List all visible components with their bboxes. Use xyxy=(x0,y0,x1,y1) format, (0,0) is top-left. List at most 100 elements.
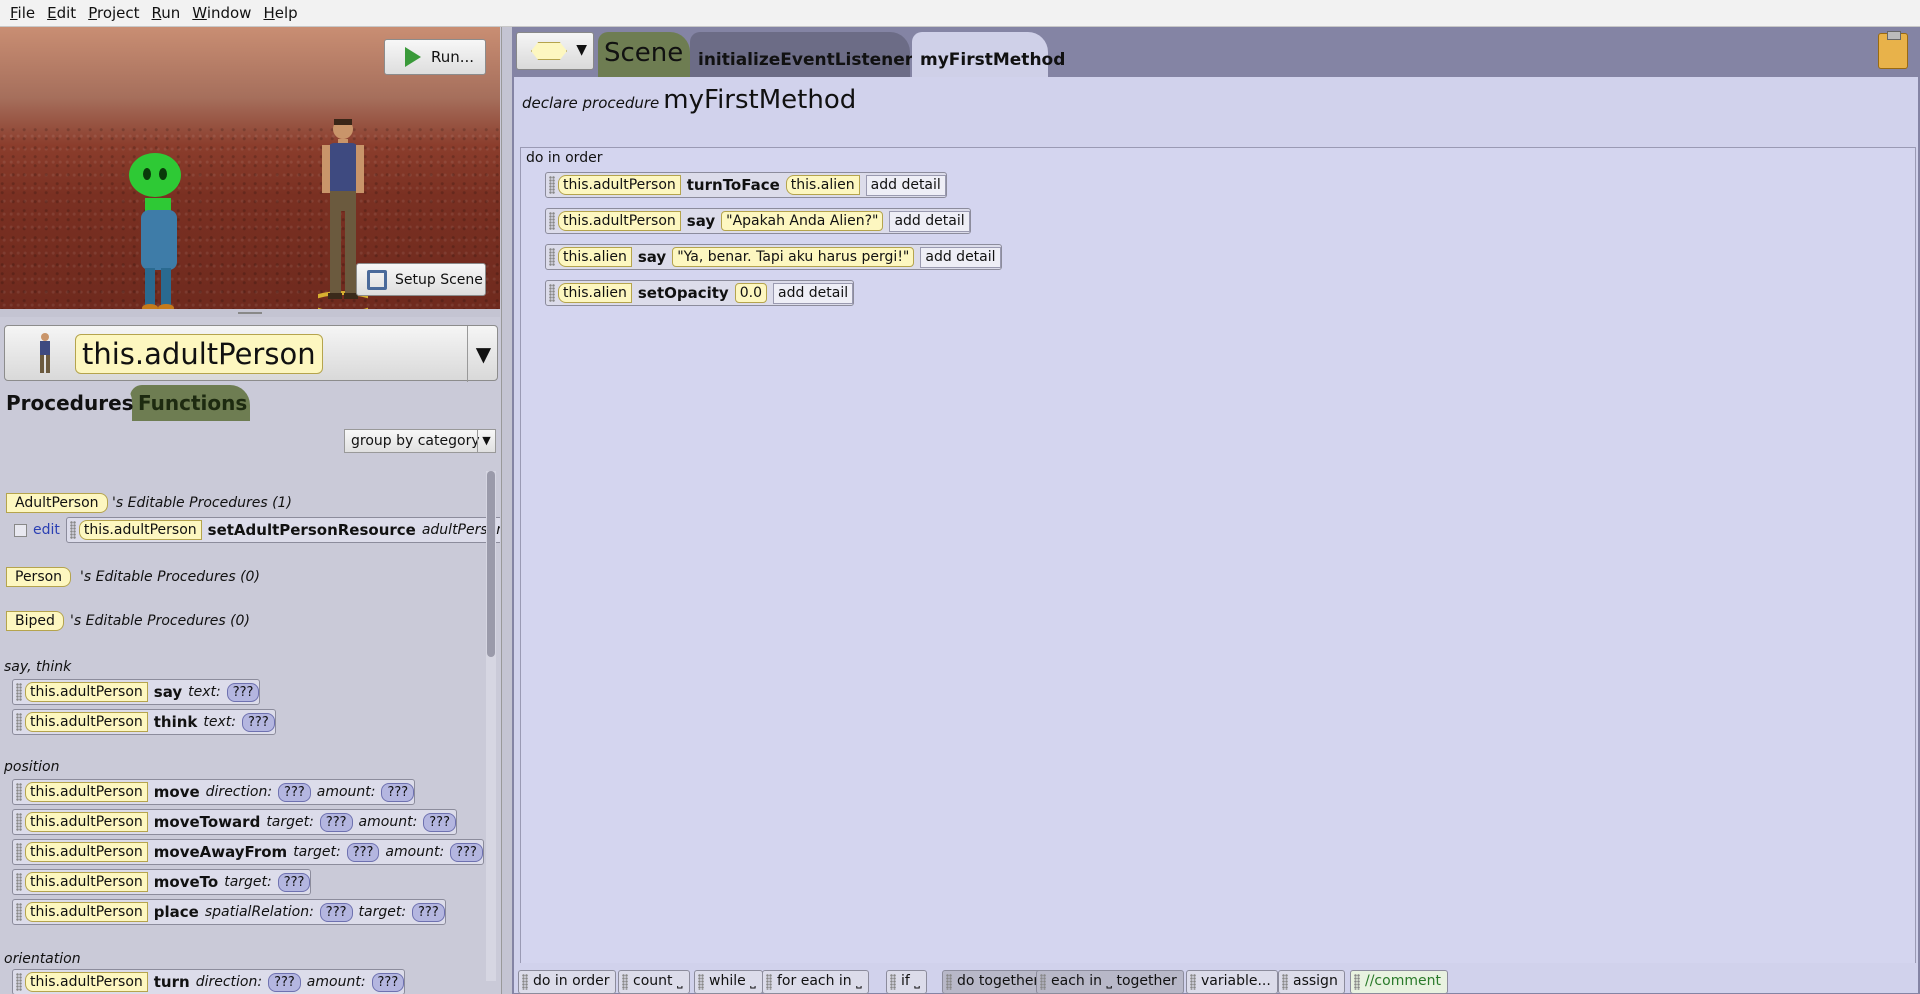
arg-name: amount: xyxy=(385,844,445,860)
group-by-select[interactable]: group by category ▼ xyxy=(344,429,496,453)
class-tile-adultperson[interactable]: AdultPerson xyxy=(6,493,108,513)
arg-name: target: xyxy=(358,904,407,920)
target-tile: this.adultPerson xyxy=(25,842,148,862)
arg-value-tile[interactable]: ??? xyxy=(319,902,353,922)
procedures-functions-tabs: Functions Procedures xyxy=(0,385,500,421)
do-in-order-block[interactable]: do in order this.adultPerson turnToFace … xyxy=(520,147,1916,985)
class-tile-person[interactable]: Person xyxy=(6,567,72,587)
play-icon xyxy=(405,47,421,67)
menu-run[interactable]: Run xyxy=(150,2,183,24)
method-name: say xyxy=(686,212,716,230)
arg-value-tile[interactable]: ??? xyxy=(381,782,415,802)
dropdown-arrow-icon[interactable]: ▼ xyxy=(467,326,499,382)
palette-each-in-together[interactable]: each in ⎵ together xyxy=(1036,970,1184,994)
method-name: moveTo xyxy=(153,873,219,891)
arg-name: direction: xyxy=(205,784,273,800)
palette-variable[interactable]: variable... xyxy=(1186,970,1278,994)
palette-for-each-in[interactable]: for each in ⎵ xyxy=(762,970,869,994)
statement-turn-to-face[interactable]: this.adultPerson turnToFace this.alien a… xyxy=(545,172,947,198)
text-value-tile[interactable]: "Ya, benar. Tapi aku harus pergi!" xyxy=(672,247,915,267)
object-selector[interactable]: this.adultPerson ▼ xyxy=(4,325,499,382)
target-tile[interactable]: this.adultPerson xyxy=(558,175,681,195)
menu-edit[interactable]: Edit xyxy=(45,2,78,24)
arg-value-tile[interactable]: ??? xyxy=(423,812,456,832)
control-palette: do in order count ⎵ while ⎵ for each in … xyxy=(514,963,1918,994)
method-name: say xyxy=(637,248,667,266)
add-detail-button[interactable]: add detail xyxy=(920,246,1001,268)
palette-do-in-order[interactable]: do in order xyxy=(518,970,617,994)
arg-value-tile[interactable]: ??? xyxy=(371,972,405,992)
procedure-declaration: declare procedure myFirstMethod xyxy=(522,85,856,115)
category-orientation: orientation xyxy=(4,951,81,967)
menu-bar: File Edit Project Run Window Help xyxy=(0,0,1920,27)
class-tile-biped[interactable]: Biped xyxy=(6,611,64,631)
arg-value-tile[interactable]: ??? xyxy=(450,842,483,862)
selected-object-tile: this.adultPerson xyxy=(75,334,323,374)
palette-if[interactable]: if ⎵ xyxy=(886,970,927,994)
tab-my-first-method[interactable]: myFirstMethod xyxy=(912,32,1065,77)
statement-set-opacity[interactable]: this.alien setOpacity 0.0 add detail xyxy=(545,280,855,306)
type-selector[interactable]: ▼ xyxy=(516,32,594,70)
tab-procedures[interactable]: Procedures xyxy=(0,385,134,421)
move-to-block[interactable]: this.adultPerson moveTo target: ??? xyxy=(12,869,312,895)
arg-value-tile[interactable]: ??? xyxy=(319,812,353,832)
say-block[interactable]: this.adultPerson say text: ??? xyxy=(12,679,261,705)
person-thumbnail-icon xyxy=(40,333,50,373)
target-tile: this.adultPerson xyxy=(25,812,148,832)
menu-file[interactable]: File xyxy=(8,2,37,24)
target-tile[interactable]: this.alien xyxy=(558,247,632,267)
text-value-tile[interactable]: "Apakah Anda Alien?" xyxy=(721,211,884,231)
tab-scene[interactable]: Scene xyxy=(598,32,690,77)
menu-project[interactable]: Project xyxy=(86,2,141,24)
vertical-scrollbar[interactable] xyxy=(486,471,496,981)
number-value-tile[interactable]: 0.0 xyxy=(734,283,767,303)
statement-say[interactable]: this.adultPerson say "Apakah Anda Alien?… xyxy=(545,208,971,234)
category-say-think: say, think xyxy=(4,659,72,675)
statement-alien-say[interactable]: this.alien say "Ya, benar. Tapi aku haru… xyxy=(545,244,1002,270)
arg-value-tile[interactable]: ??? xyxy=(412,902,445,922)
arg-value-tile[interactable]: ??? xyxy=(268,972,301,992)
menu-help[interactable]: Help xyxy=(261,2,299,24)
move-block[interactable]: this.adultPerson move direction: ??? amo… xyxy=(12,779,416,805)
arg-value-tile[interactable]: ??? xyxy=(242,712,275,732)
palette-while[interactable]: while ⎵ xyxy=(694,970,763,994)
tab-functions[interactable]: Functions xyxy=(130,385,250,421)
menu-window[interactable]: Window xyxy=(190,2,253,24)
arg-value-tile[interactable]: ??? xyxy=(278,782,311,802)
setup-scene-button[interactable]: Setup Scene xyxy=(356,263,486,296)
method-name: moveToward xyxy=(153,813,261,831)
turn-block[interactable]: this.adultPerson turn direction: ??? amo… xyxy=(12,969,406,994)
add-detail-button[interactable]: add detail xyxy=(865,174,946,196)
target-tile[interactable]: this.alien xyxy=(558,283,632,303)
target-tile: this.adultPerson xyxy=(25,712,148,732)
add-detail-button[interactable]: add detail xyxy=(889,210,970,232)
palette-assign[interactable]: assign xyxy=(1278,970,1345,994)
place-block[interactable]: this.adultPerson place spatialRelation: … xyxy=(12,899,446,925)
target-tile[interactable]: this.adultPerson xyxy=(558,211,681,231)
clipboard-icon[interactable] xyxy=(1878,31,1908,69)
procedure-checkbox[interactable] xyxy=(14,523,27,537)
horizontal-splitter[interactable] xyxy=(0,309,500,317)
think-block[interactable]: this.adultPerson think text: ??? xyxy=(12,709,276,735)
edit-link[interactable]: edit xyxy=(33,522,60,538)
chevron-down-icon: ▼ xyxy=(477,430,495,452)
vertical-splitter[interactable] xyxy=(502,27,512,994)
tab-initialize-event-listeners[interactable]: initializeEventListeners xyxy=(690,32,923,77)
palette-do-together[interactable]: do together xyxy=(942,970,1047,994)
palette-comment[interactable]: //comment xyxy=(1350,970,1448,994)
procedure-name[interactable]: myFirstMethod xyxy=(663,85,856,115)
declare-keyword: declare procedure xyxy=(522,94,660,112)
method-name: turnToFace xyxy=(686,176,780,194)
arg-value-tile[interactable]: ??? xyxy=(277,872,311,892)
scroll-thumb[interactable] xyxy=(487,471,495,657)
palette-count[interactable]: count ⎵ xyxy=(618,970,690,994)
arg-value-tile[interactable]: ??? xyxy=(346,842,380,862)
add-detail-button[interactable]: add detail xyxy=(772,282,854,304)
run-button[interactable]: Run... xyxy=(384,39,486,75)
move-toward-block[interactable]: this.adultPerson moveToward target: ??? … xyxy=(12,809,457,835)
set-adult-person-resource-block[interactable]: this.adultPerson setAdultPersonResource … xyxy=(65,517,500,543)
arg-value-tile[interactable]: this.alien xyxy=(785,175,860,195)
arg-value-tile[interactable]: ??? xyxy=(226,682,260,702)
scene-view[interactable]: Run... Setup Scene xyxy=(0,27,500,309)
move-away-from-block[interactable]: this.adultPerson moveAwayFrom target: ??… xyxy=(12,839,484,865)
